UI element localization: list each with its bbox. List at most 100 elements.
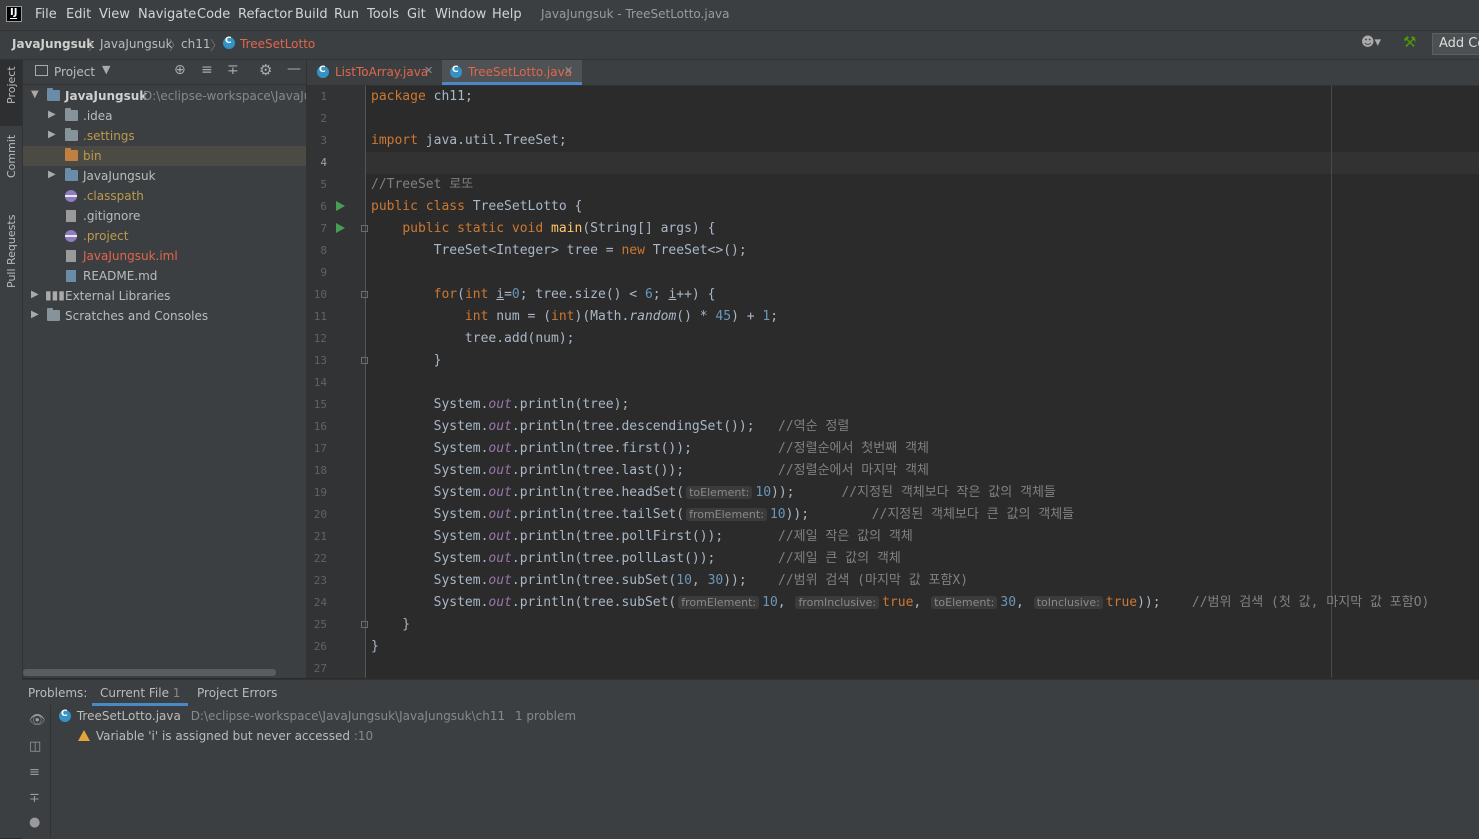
code-line-26[interactable]: }	[371, 636, 379, 658]
tree-item-idea[interactable]: ▶ .idea	[23, 106, 306, 126]
tree-item-external-libraries[interactable]: ▶ ▮▮▮ External Libraries	[23, 286, 306, 306]
window-title: JavaJungsuk - TreeSetLotto.java	[541, 7, 730, 21]
code-line-24[interactable]: System.out.println(tree.subSet(fromEleme…	[371, 592, 1430, 614]
minimize-icon[interactable]: —	[287, 61, 301, 77]
code-line-11[interactable]: int num = (int)(Math.random() * 45) + 1;	[371, 306, 778, 328]
code-line-10[interactable]: for(int i=0; tree.size() < 6; i++) {	[371, 284, 716, 306]
code-line-25[interactable]: }	[371, 614, 410, 636]
project-view-title[interactable]: Project	[54, 65, 95, 79]
problem-warning-row[interactable]: Variable 'i' is assigned but never acces…	[78, 729, 373, 743]
lightbulb-icon[interactable]: ●	[29, 815, 40, 830]
gear-icon[interactable]: ⚙	[259, 61, 272, 79]
fold-marker-icon[interactable]	[361, 225, 368, 232]
user-dropdown-icon[interactable]: ☻▾	[1361, 35, 1383, 53]
code-line-13[interactable]: }	[371, 350, 442, 372]
tree-item-project-file[interactable]: .project	[23, 226, 306, 246]
breadcrumb-file[interactable]: TreeSetLotto	[240, 37, 315, 51]
eye-icon[interactable]: 👁	[29, 713, 46, 728]
code-line-15[interactable]: System.out.println(tree);	[371, 394, 630, 416]
close-icon[interactable]: ✕	[424, 64, 433, 77]
code-line-16[interactable]: System.out.println(tree.descendingSet())…	[371, 416, 850, 438]
code-line-23[interactable]: System.out.println(tree.subSet(10, 30));…	[371, 570, 968, 592]
collapse-all-icon[interactable]: ∓	[29, 791, 40, 806]
parameter-hint: fromInclusive:	[795, 596, 880, 609]
code-line-18[interactable]: System.out.println(tree.last()); //정렬순에서…	[371, 460, 929, 482]
expand-all-icon[interactable]: ≡	[201, 62, 213, 78]
line-number: 23	[313, 574, 327, 587]
menu-view[interactable]: View	[99, 7, 130, 22]
tree-item-readme[interactable]: README.md	[23, 266, 306, 286]
code-line-3[interactable]: import java.util.TreeSet;	[371, 130, 567, 152]
menu-help[interactable]: Help	[492, 7, 522, 22]
menu-run[interactable]: Run	[334, 7, 359, 22]
tab-project-errors[interactable]: Project Errors	[197, 686, 277, 700]
chevron-down-icon[interactable]: ▼	[102, 63, 110, 76]
tree-item-gitignore[interactable]: .gitignore	[23, 206, 306, 226]
tab-listtoarray[interactable]: ListToArray.java ✕	[310, 60, 440, 85]
code-line-7[interactable]: public static void main(String[] args) {	[371, 218, 715, 240]
tree-item-classpath[interactable]: .classpath	[23, 186, 306, 206]
code-line-20[interactable]: System.out.println(tree.tailSet(fromElem…	[371, 504, 1075, 526]
breadcrumb-package[interactable]: ch11	[181, 37, 210, 51]
add-configuration-button[interactable]: Add Co	[1432, 33, 1479, 55]
tab-current-file[interactable]: Current File 1	[92, 686, 189, 706]
code-line-21[interactable]: System.out.println(tree.pollFirst()); //…	[371, 526, 913, 548]
build-hammer-icon[interactable]: ⚒	[1403, 33, 1416, 51]
code-line-5[interactable]: //TreeSet 로또	[371, 174, 473, 196]
code-line-17[interactable]: System.out.println(tree.first()); //정렬순에…	[371, 438, 929, 460]
tree-item-iml[interactable]: JavaJungsuk.iml	[23, 246, 306, 266]
code-line-8[interactable]: TreeSet<Integer> tree = new TreeSet<>();	[371, 240, 747, 262]
java-class-icon	[317, 65, 329, 79]
tree-item-settings[interactable]: ▶ .settings	[23, 126, 306, 146]
preview-icon[interactable]: ◫	[29, 739, 41, 754]
line-number: 8	[320, 244, 327, 257]
line-number: 6	[320, 200, 327, 213]
tree-item-javajungsuk[interactable]: ▶ JavaJungsuk	[23, 166, 306, 186]
project-horizontal-scrollbar[interactable]	[23, 669, 276, 676]
menu-code[interactable]: Code	[197, 7, 230, 22]
menu-window[interactable]: Window	[435, 7, 486, 22]
tool-tab-pull-requests[interactable]: Pull Requests	[0, 210, 22, 306]
menu-navigate[interactable]: Navigate	[138, 7, 196, 22]
breadcrumb-project[interactable]: JavaJungsuk	[12, 37, 94, 51]
run-class-icon[interactable]	[336, 201, 345, 211]
menu-git[interactable]: Git	[407, 7, 426, 22]
java-class-icon	[450, 65, 462, 79]
line-number: 11	[313, 310, 327, 323]
fold-marker-icon[interactable]	[361, 357, 368, 364]
chevron-right-icon: ▶	[31, 289, 39, 300]
line-number: 5	[320, 178, 327, 191]
menu-edit[interactable]: Edit	[66, 7, 91, 22]
code-line-22[interactable]: System.out.println(tree.pollLast()); //제…	[371, 548, 901, 570]
tree-item-scratches[interactable]: ▶ Scratches and Consoles	[23, 306, 306, 326]
menu-tools[interactable]: Tools	[367, 7, 399, 22]
parameter-hint: fromElement:	[678, 596, 760, 609]
menu-file[interactable]: File	[35, 7, 57, 22]
locate-target-icon[interactable]: ⊕	[174, 62, 186, 78]
run-main-icon[interactable]	[336, 223, 345, 233]
expand-all-icon[interactable]: ≡	[29, 765, 40, 780]
right-margin-guide	[1331, 86, 1332, 678]
line-number: 12	[313, 332, 327, 345]
fold-marker-icon[interactable]	[361, 621, 368, 628]
problem-file-row[interactable]: TreeSetLotto.java D:\eclipse-workspace\J…	[59, 709, 576, 723]
code-line-19[interactable]: System.out.println(tree.headSet(toElemen…	[371, 482, 1056, 504]
code-line-1[interactable]: package ch11;	[371, 86, 473, 108]
intellij-logo-icon: IJ	[6, 6, 22, 22]
breadcrumb-module[interactable]: JavaJungsuk	[100, 37, 173, 51]
menu-refactor[interactable]: Refactor	[238, 7, 293, 22]
collapse-all-icon[interactable]: ∓	[227, 62, 239, 78]
tree-root-project[interactable]: ▼ JavaJungsuk D:\eclipse-workspace\JavaJ…	[23, 86, 306, 106]
code-line-12[interactable]: tree.add(num);	[371, 328, 575, 350]
tab-treesetlotto[interactable]: TreeSetLotto.java ✕	[442, 60, 582, 85]
tree-root-label: JavaJungsuk	[65, 89, 148, 103]
menu-build[interactable]: Build	[295, 7, 328, 22]
fold-marker-icon[interactable]	[361, 291, 368, 298]
tree-item-bin[interactable]: bin	[23, 146, 306, 166]
eclipse-file-icon	[65, 230, 77, 242]
code-line-6[interactable]: public class TreeSetLotto {	[371, 196, 582, 218]
tool-tab-commit[interactable]: Commit	[0, 132, 22, 198]
problems-panel	[22, 679, 1479, 839]
close-icon[interactable]: ✕	[564, 64, 573, 77]
tool-tab-project[interactable]: Project	[0, 60, 22, 126]
